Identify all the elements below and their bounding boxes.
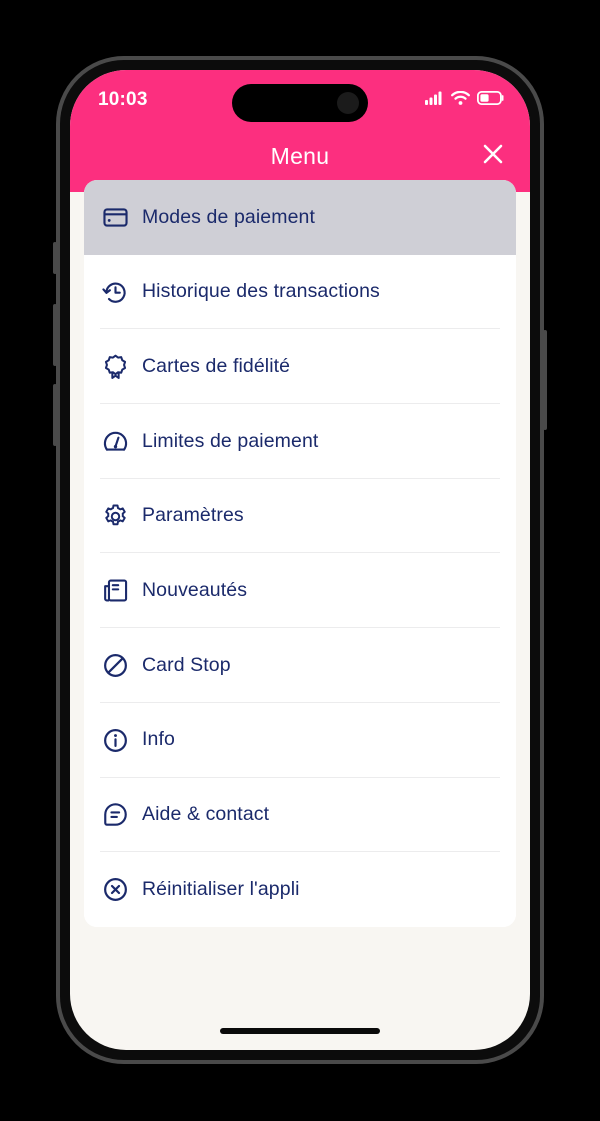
menu-item-limites-de-paiement[interactable]: Limites de paiement: [84, 404, 516, 479]
battery-icon: [476, 90, 504, 110]
close-icon: [481, 142, 505, 171]
menu-item-label: Paramètres: [142, 504, 244, 527]
menu-item-label: Modes de paiement: [142, 205, 315, 228]
navigation-bar: Menu: [70, 128, 530, 184]
status-bar-time: 10:03: [98, 89, 148, 110]
menu-item-reinitialiser-lappli[interactable]: Réinitialiser l'appli: [84, 852, 516, 927]
clock-history-icon: [100, 277, 130, 307]
menu-item-label: Historique des transactions: [142, 280, 380, 303]
menu-item-parametres[interactable]: Paramètres: [84, 478, 516, 554]
credit-card-icon: [100, 202, 130, 232]
silent-switch-button[interactable]: [53, 242, 57, 274]
power-button[interactable]: [543, 330, 547, 430]
loyalty-badge-icon: [100, 352, 130, 382]
phone-device-frame: 10:03 Menu Modes de paiement Historique …: [53, 56, 547, 1064]
menu-item-cartes-de-fidelite[interactable]: Cartes de fidélité: [84, 329, 516, 405]
status-bar-icons: [425, 90, 504, 110]
gear-icon: [100, 501, 130, 531]
x-circle-icon: [100, 875, 130, 905]
chat-bubble-icon: [100, 800, 130, 830]
menu-item-label: Cartes de fidélité: [142, 354, 291, 377]
menu-item-card-stop[interactable]: Card Stop: [84, 628, 516, 703]
menu-item-label: Card Stop: [142, 653, 231, 676]
home-indicator[interactable]: [220, 1028, 380, 1034]
prohibition-icon: [100, 650, 130, 680]
wifi-icon: [451, 90, 470, 110]
menu-item-label: Info: [142, 728, 175, 751]
menu-item-info[interactable]: Info: [84, 702, 516, 778]
volume-up-button[interactable]: [53, 304, 57, 366]
info-circle-icon: [100, 725, 130, 755]
menu-item-historique-des-transactions[interactable]: Historique des transactions: [84, 254, 516, 330]
phone-screen: 10:03 Menu Modes de paiement Historique …: [70, 70, 530, 1050]
speedometer-icon: [100, 426, 130, 456]
menu-item-modes-de-paiement[interactable]: Modes de paiement: [84, 180, 516, 255]
volume-down-button[interactable]: [53, 384, 57, 446]
cellular-signal-icon: [425, 91, 444, 110]
menu-item-aide-contact[interactable]: Aide & contact: [84, 777, 516, 853]
menu-item-label: Réinitialiser l'appli: [142, 877, 300, 900]
menu-item-label: Aide & contact: [142, 803, 270, 826]
menu-item-label: Nouveautés: [142, 579, 248, 602]
menu-item-nouveautes[interactable]: Nouveautés: [84, 553, 516, 629]
menu-item-label: Limites de paiement: [142, 429, 319, 452]
newspaper-icon: [100, 576, 130, 606]
app-header: 10:03 Menu: [70, 70, 530, 192]
dynamic-island: [232, 84, 368, 122]
close-button[interactable]: [476, 139, 510, 173]
menu-list-card: Modes de paiement Historique des transac…: [84, 180, 516, 927]
front-camera-icon: [337, 92, 359, 114]
page-title: Menu: [270, 142, 330, 169]
